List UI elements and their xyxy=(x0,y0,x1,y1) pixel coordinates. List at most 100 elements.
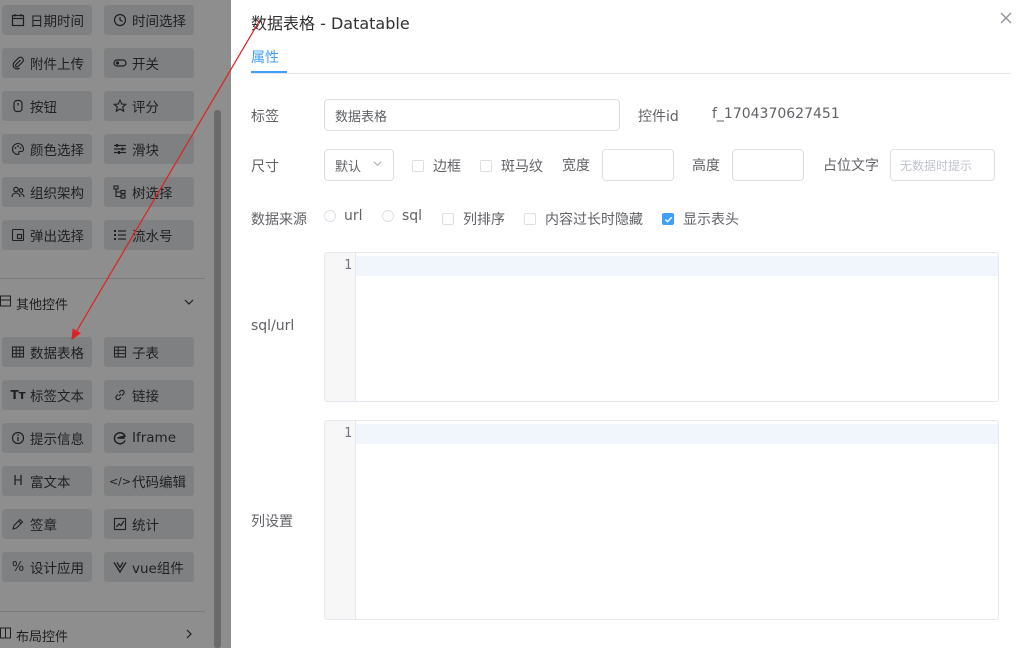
widget-link[interactable]: 链接 xyxy=(104,380,194,410)
widget-org-structure[interactable]: 组织架构 xyxy=(2,177,92,207)
widget-color-picker[interactable]: 颜色选择 xyxy=(2,134,92,164)
widget-code-editor[interactable]: </> 代码编辑 xyxy=(104,466,194,496)
widget-rating[interactable]: 评分 xyxy=(104,91,194,121)
tree-icon xyxy=(113,185,127,199)
widget-label-text[interactable]: Tт 标签文本 xyxy=(2,380,92,410)
widget-statistics[interactable]: 统计 xyxy=(104,509,194,539)
widget-subtable[interactable]: 子表 xyxy=(104,337,194,367)
section-other-widgets[interactable]: 其他控件 xyxy=(0,291,205,315)
checkbox-label: 列排序 xyxy=(463,212,505,228)
checkbox-label: 边框 xyxy=(433,159,461,175)
widget-datatable[interactable]: 数据表格 xyxy=(2,337,92,367)
source-label: 数据来源 xyxy=(251,212,307,228)
width-label: 宽度 xyxy=(562,158,590,174)
widget-label: vue组件 xyxy=(132,561,184,577)
widget-label: 组织架构 xyxy=(30,186,84,202)
paperclip-icon xyxy=(11,56,25,70)
close-icon[interactable] xyxy=(1000,8,1012,29)
sliders-icon xyxy=(113,142,127,156)
widget-label: 链接 xyxy=(132,389,159,405)
divider xyxy=(0,611,205,612)
line-number: 1 xyxy=(344,426,352,441)
section-layout-widgets[interactable]: 布局控件 xyxy=(0,623,205,647)
column-settings-label: 列设置 xyxy=(251,514,293,530)
widget-label: 统计 xyxy=(132,518,159,534)
widget-serial-number[interactable]: 流水号 xyxy=(104,220,194,250)
size-label: 尺寸 xyxy=(251,159,279,175)
hide-overflow-checkbox[interactable]: 内容过长时隐藏 xyxy=(524,209,643,229)
column-settings-editor[interactable]: 1 xyxy=(324,420,999,620)
show-header-checkbox[interactable]: 显示表头 xyxy=(662,209,739,229)
star-icon xyxy=(113,99,127,113)
chevron-right-icon xyxy=(183,628,195,643)
widget-label: 数据表格 xyxy=(30,346,84,362)
section-icon xyxy=(0,295,12,311)
widget-rich-text[interactable]: H 富文本 xyxy=(2,466,92,496)
widget-popup-select[interactable]: 弹出选择 xyxy=(2,220,92,250)
editor-gutter xyxy=(325,253,356,401)
widget-switch[interactable]: 开关 xyxy=(104,48,194,78)
placeholder-label: 占位文字 xyxy=(823,158,879,174)
radio-circle xyxy=(382,210,394,222)
widget-label: 代码编辑 xyxy=(132,475,186,491)
checkbox-label: 斑马纹 xyxy=(501,159,543,175)
widget-label: 提示信息 xyxy=(30,432,84,448)
source-url-radio[interactable]: url xyxy=(324,208,363,224)
size-select[interactable]: 默认 xyxy=(324,149,394,181)
label-input[interactable]: 数据表格 xyxy=(324,99,620,131)
code-icon: </> xyxy=(108,474,132,488)
edge-icon xyxy=(113,431,127,445)
widget-label: 附件上传 xyxy=(30,57,84,73)
border-checkbox[interactable]: 边框 xyxy=(412,156,461,176)
chart-icon xyxy=(113,517,127,531)
placeholder-input[interactable]: 无数据时提示 xyxy=(890,149,995,181)
dialog-title: 数据表格 - Datatable xyxy=(251,14,410,33)
widget-attachment[interactable]: 附件上传 xyxy=(2,48,92,78)
widget-time-select[interactable]: 时间选择 xyxy=(104,5,194,35)
size-select-value: 默认 xyxy=(335,159,362,175)
tab-divider xyxy=(251,73,1011,74)
sql-url-editor[interactable]: 1 xyxy=(324,252,999,402)
widget-tree-select[interactable]: 树选择 xyxy=(104,177,194,207)
column-sort-checkbox[interactable]: 列排序 xyxy=(442,209,505,229)
widget-design-app[interactable]: % 设计应用 xyxy=(2,552,92,582)
widget-signature[interactable]: 签章 xyxy=(2,509,92,539)
height-label: 高度 xyxy=(692,158,720,174)
widget-label: 滑块 xyxy=(132,143,159,159)
widget-label: 评分 xyxy=(132,100,159,116)
label-field-label: 标签 xyxy=(251,109,279,125)
widget-vue-component[interactable]: vue组件 xyxy=(104,552,194,582)
widget-label: 富文本 xyxy=(30,475,71,491)
widget-iframe[interactable]: Iframe xyxy=(104,423,194,453)
scrollbar[interactable] xyxy=(214,110,221,648)
ordered-list-icon xyxy=(113,228,127,242)
chevron-down-icon xyxy=(372,158,383,173)
tab-properties[interactable]: 属性 xyxy=(251,47,279,67)
users-icon xyxy=(11,185,25,199)
widget-label: 时间选择 xyxy=(132,14,186,30)
widget-info-tip[interactable]: 提示信息 xyxy=(2,423,92,453)
radio-label: url xyxy=(344,208,363,224)
text-icon: Tт xyxy=(10,388,26,402)
editor-active-line xyxy=(356,256,998,276)
width-input[interactable] xyxy=(602,149,674,181)
widget-slider[interactable]: 滑块 xyxy=(104,134,194,164)
control-id-label: 控件id xyxy=(638,109,679,125)
heading-icon: H xyxy=(13,473,23,489)
widget-button[interactable]: 按钮 xyxy=(2,91,92,121)
stripe-checkbox[interactable]: 斑马纹 xyxy=(480,156,543,176)
link-icon xyxy=(113,388,127,402)
checkbox-label: 内容过长时隐藏 xyxy=(545,212,643,228)
percent-icon: % xyxy=(11,559,25,575)
radio-label: sql xyxy=(402,208,423,224)
clock-icon xyxy=(113,13,127,27)
check-icon xyxy=(662,213,674,225)
widget-datetime[interactable]: 日期时间 xyxy=(2,5,92,35)
checkbox-label: 显示表头 xyxy=(683,212,739,228)
source-sql-radio[interactable]: sql xyxy=(382,208,422,224)
section-title: 布局控件 xyxy=(16,629,69,645)
widget-label: 日期时间 xyxy=(30,14,84,30)
height-input[interactable] xyxy=(732,149,804,181)
divider xyxy=(0,278,205,279)
grid-icon xyxy=(11,345,25,359)
